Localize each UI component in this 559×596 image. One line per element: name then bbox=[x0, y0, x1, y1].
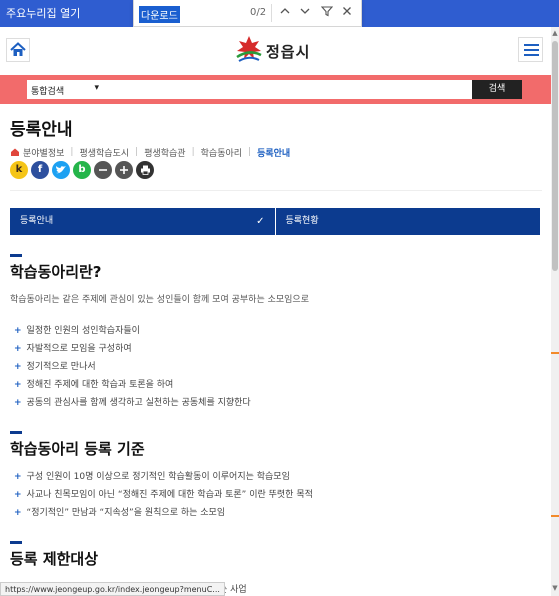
content-tabs: 등록안내 ✓ 등록현황 bbox=[10, 208, 540, 235]
list-item: + 사교나 친목모임이 아닌 “정해진 주제에 대한 학습과 토론” 이란 뚜렷한… bbox=[14, 490, 313, 500]
plus-icon: + bbox=[14, 344, 22, 354]
plus-icon: + bbox=[14, 490, 22, 500]
list-item: + “정기적인” 만남과 “지속성”을 원칙으로 하는 소모임 bbox=[14, 508, 226, 518]
hamburger-icon bbox=[524, 44, 539, 46]
scroll-down-icon[interactable]: ▼ bbox=[551, 584, 559, 594]
section-description: 학습동아리는 같은 주제에 관심이 있는 성인들이 함께 모여 공부하는 소모임… bbox=[10, 295, 309, 305]
breadcrumb-item[interactable]: 분야별정보 bbox=[23, 146, 64, 159]
logo-emblem-icon bbox=[236, 36, 262, 62]
tab-label: 등록현황 bbox=[285, 216, 319, 226]
status-url-tooltip: https://www.jeongeup.go.kr/index.jeongeu… bbox=[0, 582, 225, 596]
section-accent-bar bbox=[10, 431, 22, 434]
plus-icon: + bbox=[14, 508, 22, 518]
chevron-down-icon: ▾ bbox=[94, 83, 99, 93]
bullet-list: + 일정한 인원의 성인학습자들이 + 자발적으로 모임을 구성하여 + 정기적으로 … bbox=[14, 322, 251, 412]
hamburger-icon-line bbox=[524, 54, 539, 56]
section-accent-bar bbox=[10, 254, 22, 257]
zoom-out-icon[interactable] bbox=[94, 161, 112, 179]
logo-text: 정읍시 bbox=[266, 43, 311, 61]
find-close-icon[interactable] bbox=[339, 4, 355, 22]
home-button[interactable] bbox=[6, 38, 30, 62]
search-input[interactable] bbox=[107, 82, 467, 97]
find-bar: 다운로드 0/2 bbox=[133, 0, 362, 27]
facebook-icon[interactable]: f bbox=[31, 161, 49, 179]
find-input[interactable]: 다운로드 bbox=[139, 6, 180, 23]
tab-label: 등록안내 bbox=[20, 216, 54, 226]
zoom-in-icon[interactable] bbox=[115, 161, 133, 179]
breadcrumb: 분야별정보 | 평생학습도시 | 평생학습관 | 학습동아리 | 등록안내 bbox=[10, 146, 290, 159]
kakao-story-icon[interactable]: k bbox=[10, 161, 28, 179]
find-divider bbox=[271, 4, 272, 22]
home-icon bbox=[10, 42, 26, 56]
site-logo[interactable]: 정읍시 bbox=[234, 33, 324, 67]
breadcrumb-separator: | bbox=[135, 147, 139, 157]
plus-icon: + bbox=[14, 362, 22, 372]
quick-links-toggle[interactable]: 주요누리집 열기 bbox=[6, 5, 80, 21]
find-match-marker bbox=[551, 515, 559, 517]
breadcrumb-item[interactable]: 평생학습관 bbox=[144, 146, 185, 159]
breadcrumb-separator: | bbox=[70, 147, 74, 157]
list-item: + 정기적으로 만나서 bbox=[14, 362, 96, 372]
breadcrumb-item[interactable]: 학습동아리 bbox=[201, 146, 242, 159]
breadcrumb-current[interactable]: 등록안내 bbox=[257, 146, 290, 159]
section-title: 등록 제한대상 bbox=[10, 550, 99, 568]
twitter-icon[interactable] bbox=[52, 161, 70, 179]
plus-icon: + bbox=[14, 380, 22, 390]
search-button[interactable]: 검색 bbox=[472, 80, 522, 99]
band-icon[interactable]: b bbox=[73, 161, 91, 179]
menu-button[interactable] bbox=[518, 37, 543, 62]
breadcrumb-separator: | bbox=[248, 147, 252, 157]
plus-icon: + bbox=[14, 398, 22, 408]
tab-registration-status[interactable]: 등록현황 bbox=[274, 208, 541, 235]
section-accent-bar bbox=[10, 541, 22, 544]
site-header: 정읍시 bbox=[0, 27, 551, 73]
find-prev-icon[interactable] bbox=[277, 4, 293, 22]
scroll-up-icon[interactable]: ▲ bbox=[551, 29, 559, 39]
find-filter-icon[interactable] bbox=[319, 4, 335, 22]
section-title: 학습동아리 등록 기준 bbox=[10, 440, 145, 458]
scroll-thumb[interactable] bbox=[552, 41, 558, 271]
plus-icon: + bbox=[14, 472, 22, 482]
vertical-scrollbar[interactable]: ▲ ▼ bbox=[551, 27, 559, 596]
search-form: 통합검색 ▾ 검색 bbox=[27, 80, 522, 99]
breadcrumb-item[interactable]: 평생학습도시 bbox=[79, 146, 129, 159]
print-icon[interactable] bbox=[136, 161, 154, 179]
list-item: + 자발적으로 모임을 구성하여 bbox=[14, 344, 132, 354]
page-title: 등록안내 bbox=[10, 120, 73, 140]
home-icon[interactable] bbox=[10, 147, 20, 157]
search-scope-value: 통합검색 bbox=[31, 87, 65, 97]
search-scope-select[interactable]: 통합검색 ▾ bbox=[27, 80, 103, 99]
breadcrumb-separator: | bbox=[191, 147, 195, 157]
divider bbox=[10, 190, 542, 191]
list-item: + 일정한 인원의 성인학습자들이 bbox=[14, 326, 140, 336]
find-match-count: 0/2 bbox=[250, 7, 267, 18]
list-item: + 구성 인원이 10명 이상으로 정기적인 학습활동이 이루어지는 학습모임 bbox=[14, 472, 290, 482]
bullet-list: + 구성 인원이 10명 이상으로 정기적인 학습활동이 이루어지는 학습모임 +… bbox=[14, 468, 313, 522]
find-match-marker bbox=[551, 352, 559, 354]
share-buttons: k f b bbox=[10, 161, 154, 179]
list-item: + 정해진 주제에 대한 학습과 토론을 하여 bbox=[14, 380, 174, 390]
section-title: 학습동아리란? bbox=[10, 263, 102, 281]
list-item: + 공동의 관심사를 함께 생각하고 실천하는 공동체를 지향한다 bbox=[14, 398, 251, 408]
find-next-icon[interactable] bbox=[297, 4, 313, 22]
search-band: 통합검색 ▾ 검색 bbox=[0, 75, 551, 104]
plus-icon: + bbox=[14, 326, 22, 336]
check-icon: ✓ bbox=[256, 216, 265, 227]
hamburger-icon-line bbox=[524, 49, 539, 51]
tab-registration-guide[interactable]: 등록안내 ✓ bbox=[10, 208, 275, 235]
